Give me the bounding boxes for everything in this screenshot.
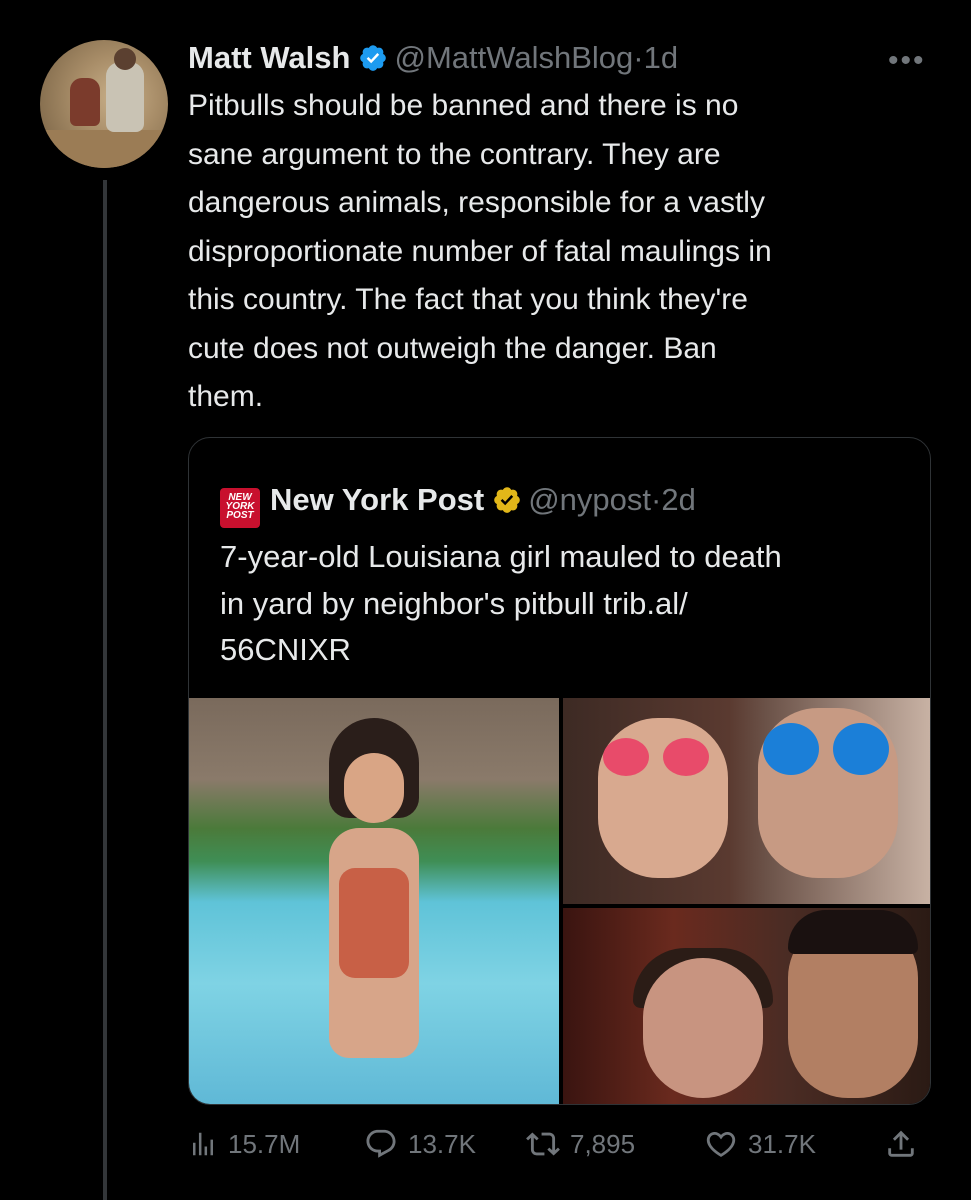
- nypost-logo: NEW YORK POST: [220, 488, 260, 528]
- retweet-icon: [526, 1132, 560, 1156]
- more-icon[interactable]: •••: [888, 44, 926, 78]
- author-handle[interactable]: @MattWalshBlog: [394, 40, 633, 75]
- verified-badge-icon: [492, 483, 522, 527]
- like-count: 31.7K: [748, 1128, 816, 1159]
- quote-text: 7-year-old Louisiana girl mauled to deat…: [220, 539, 782, 667]
- like-icon: [706, 1131, 736, 1157]
- photo-girl-and-woman-sunglasses[interactable]: [563, 698, 930, 904]
- separator-dot: ·: [633, 40, 644, 75]
- views-icon: [193, 1132, 213, 1156]
- tweet-time[interactable]: 1d: [644, 40, 678, 75]
- tweet: Matt Walsh @MattWalshBlog·1d ••• Pitbull…: [0, 0, 971, 1200]
- verified-badge-icon: [358, 41, 388, 85]
- tweet-header: Matt Walsh @MattWalshBlog·1d: [188, 36, 678, 85]
- reply-count: 13.7K: [408, 1128, 476, 1159]
- avatar[interactable]: [40, 40, 168, 168]
- action-bar: 15.7M 13.7K 7,895 31.7K: [188, 1120, 931, 1168]
- views-count: 15.7M: [228, 1128, 301, 1159]
- quote-handle[interactable]: @nypost: [528, 482, 651, 517]
- quote-time[interactable]: 2d: [661, 482, 695, 517]
- quoted-tweet[interactable]: NEW YORK POST New York Post @nypost·2d 7-…: [188, 437, 931, 1105]
- retweet-action[interactable]: 7,895: [526, 1120, 635, 1168]
- reply-icon: [366, 1129, 396, 1158]
- thread-line: [103, 180, 107, 1200]
- author-name[interactable]: Matt Walsh: [188, 40, 350, 75]
- photo-girl-and-man[interactable]: [563, 908, 930, 1104]
- reply-action[interactable]: 13.7K: [364, 1120, 476, 1168]
- like-action[interactable]: 31.7K: [704, 1120, 816, 1168]
- quote-header: NEW YORK POST New York Post @nypost·2d: [220, 478, 696, 528]
- share-icon: [888, 1130, 914, 1157]
- share-action[interactable]: [884, 1120, 928, 1168]
- tweet-text: Pitbulls should be banned and there is n…: [188, 89, 772, 413]
- quote-author-name[interactable]: New York Post: [270, 482, 484, 517]
- views-action[interactable]: 15.7M: [188, 1120, 300, 1168]
- separator-dot: ·: [651, 482, 662, 517]
- photo-grid: [189, 698, 930, 1104]
- photo-girl-in-pool[interactable]: [189, 698, 559, 1104]
- retweet-count: 7,895: [570, 1128, 636, 1159]
